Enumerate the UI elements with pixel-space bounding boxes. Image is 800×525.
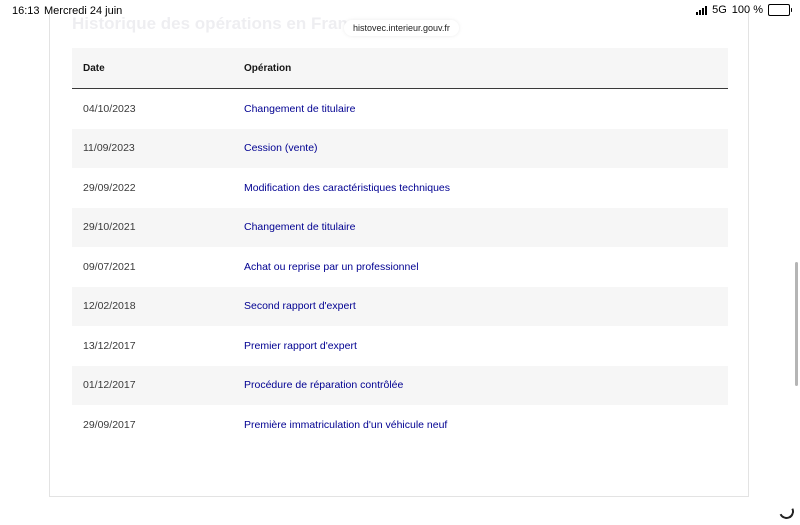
battery-icon bbox=[768, 4, 792, 16]
row-operation: Procédure de réparation contrôlée bbox=[244, 365, 728, 405]
table-row: 13/12/2017 Premier rapport d'expert bbox=[72, 326, 728, 366]
status-bar: 16:13 Mercredi 24 juin 5G 100 % bbox=[0, 0, 800, 22]
row-operation: Premier rapport d'expert bbox=[244, 339, 357, 352]
row-date: 11/09/2023 bbox=[72, 128, 244, 168]
row-date: 29/10/2021 bbox=[72, 207, 244, 247]
row-operation: Première immatriculation d'un véhicule n… bbox=[244, 418, 448, 431]
row-date: 29/09/2017 bbox=[83, 418, 136, 431]
row-date: 09/07/2021 bbox=[83, 260, 136, 273]
row-date: 01/12/2017 bbox=[72, 365, 244, 405]
row-operation: Changement de titulaire bbox=[244, 102, 356, 115]
loading-spinner-icon bbox=[776, 501, 797, 522]
cellular-signal-icon bbox=[696, 5, 708, 15]
status-indicators: 5G 100 % bbox=[696, 4, 792, 16]
column-header-date: Date bbox=[72, 48, 244, 89]
table-row: 11/09/2023 Cession (vente) bbox=[72, 128, 728, 168]
row-operation: Cession (vente) bbox=[244, 128, 728, 168]
row-operation: Modification des caractéristiques techni… bbox=[244, 181, 451, 194]
row-date: 29/09/2022 bbox=[83, 181, 136, 194]
column-header-operation: Opération bbox=[244, 48, 728, 89]
table-row: 29/09/2022 Modification des caractéristiq… bbox=[72, 168, 728, 208]
scrollbar[interactable] bbox=[795, 262, 798, 386]
operations-table: Date Opération 04/10/2023 Changement de t… bbox=[72, 48, 728, 445]
url-bar[interactable]: histovec.interieur.gouv.fr bbox=[344, 20, 459, 36]
table-header-row: Date Opération bbox=[72, 48, 728, 89]
row-operation: Second rapport d'expert bbox=[244, 286, 728, 326]
battery-percent: 100 % bbox=[731, 4, 763, 16]
row-date: 12/02/2018 bbox=[72, 286, 244, 326]
status-time: 16:13 bbox=[12, 5, 40, 17]
table-row: 29/09/2017 Première immatriculation d'un … bbox=[72, 405, 728, 445]
network-type: 5G bbox=[712, 4, 727, 16]
table-body: 04/10/2023 Changement de titulaire 11/09/2… bbox=[72, 89, 728, 445]
row-date: 04/10/2023 bbox=[83, 102, 136, 115]
table-row: 12/02/2018 Second rapport d'expert bbox=[72, 286, 728, 326]
table-row: 01/12/2017 Procédure de réparation contrô… bbox=[72, 365, 728, 405]
row-date: 13/12/2017 bbox=[83, 339, 136, 352]
row-operation: Achat ou reprise par un professionnel bbox=[244, 260, 419, 273]
table-row: 09/07/2021 Achat ou reprise par un profes… bbox=[72, 247, 728, 287]
row-operation: Changement de titulaire bbox=[244, 207, 728, 247]
table-row: 04/10/2023 Changement de titulaire bbox=[72, 89, 728, 129]
table-row: 29/10/2021 Changement de titulaire bbox=[72, 207, 728, 247]
status-date: Mercredi 24 juin bbox=[44, 5, 123, 17]
